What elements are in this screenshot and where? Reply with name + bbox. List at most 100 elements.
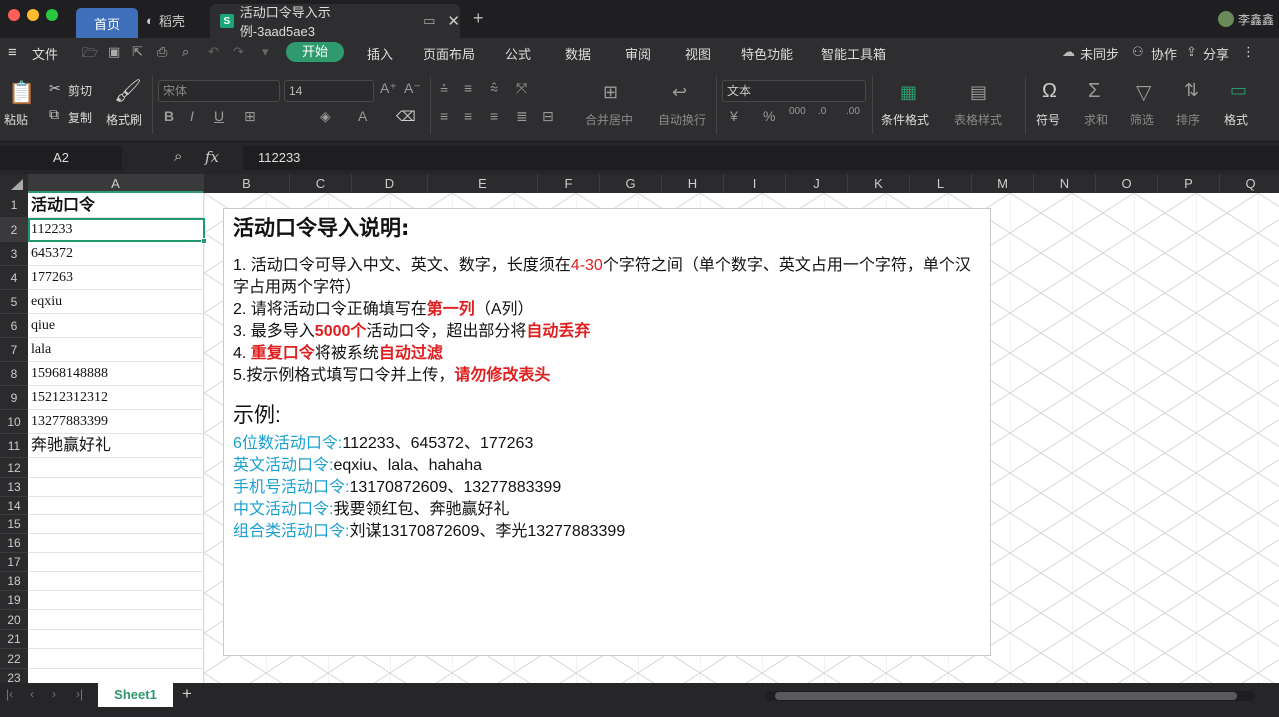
sum-icon[interactable]: Σ bbox=[1088, 80, 1100, 103]
symbol-icon[interactable]: Ω bbox=[1042, 80, 1057, 103]
row-header-15[interactable]: 15 bbox=[0, 515, 28, 534]
formula-input[interactable]: 112233 bbox=[243, 146, 1279, 170]
filter-button[interactable]: 筛选 bbox=[1130, 111, 1154, 128]
table-style-icon[interactable]: ▤ bbox=[970, 82, 987, 103]
row-header-18[interactable]: 18 bbox=[0, 572, 28, 591]
cell-data[interactable] bbox=[28, 497, 204, 515]
column-header-E[interactable]: E bbox=[428, 174, 538, 193]
column-header-N[interactable]: N bbox=[1034, 174, 1096, 193]
orientation-icon[interactable]: ⤧ bbox=[516, 80, 527, 97]
cell-data[interactable]: lala bbox=[28, 338, 204, 362]
cell-data[interactable] bbox=[28, 630, 204, 649]
save-icon[interactable]: ▣ bbox=[108, 44, 120, 60]
menu-formula[interactable]: 公式 bbox=[505, 44, 531, 63]
row-header-16[interactable]: 16 bbox=[0, 534, 28, 553]
column-header-C[interactable]: C bbox=[290, 174, 352, 193]
increase-decimal-icon[interactable]: .0 bbox=[818, 106, 826, 117]
wrap-icon[interactable]: ↩ bbox=[672, 82, 687, 103]
first-sheet-icon[interactable]: |‹ bbox=[6, 687, 13, 701]
fill-color-icon[interactable]: ◈ bbox=[320, 108, 331, 125]
number-format-select[interactable]: 文本 bbox=[722, 80, 866, 102]
table-style-button[interactable]: 表格样式 bbox=[954, 111, 1002, 128]
paste-icon[interactable]: 📋 bbox=[8, 80, 35, 106]
menu-view[interactable]: 视图 bbox=[685, 44, 711, 63]
format-painter-icon[interactable]: 🖌 bbox=[114, 78, 142, 104]
cell-data[interactable] bbox=[28, 649, 204, 669]
maximize-window-button[interactable] bbox=[46, 9, 58, 21]
window-icon[interactable]: ▭ bbox=[423, 13, 435, 29]
hamburger-icon[interactable]: ≡ bbox=[8, 44, 17, 61]
align-center-icon[interactable]: ≡ bbox=[464, 108, 472, 124]
cell-data[interactable]: 奔驰赢好礼 bbox=[28, 434, 204, 458]
row-header-10[interactable]: 10 bbox=[0, 410, 28, 434]
cell-data[interactable]: 15212312312 bbox=[28, 386, 204, 410]
thousands-icon[interactable]: 000 bbox=[789, 106, 806, 117]
percent-icon[interactable]: % bbox=[763, 108, 775, 124]
row-header-3[interactable]: 3 bbox=[0, 242, 28, 266]
decrease-decimal-icon[interactable]: .00 bbox=[846, 106, 860, 117]
wrap-text-button[interactable]: 自动换行 bbox=[658, 111, 706, 128]
sheet-grid[interactable]: 活动口令 112233 645372 177263 eqxiu qiue lala 15968… bbox=[28, 193, 1279, 683]
format-button[interactable]: 格式 bbox=[1224, 111, 1248, 128]
cell-data[interactable] bbox=[28, 478, 204, 497]
column-header-D[interactable]: D bbox=[352, 174, 428, 193]
collab-button[interactable]: 协作 bbox=[1151, 44, 1177, 63]
export-icon[interactable]: ⇱ bbox=[132, 44, 143, 60]
tab-shell[interactable]: ◐ 稻壳 bbox=[146, 6, 206, 34]
column-header-I[interactable]: I bbox=[724, 174, 786, 193]
redo-icon[interactable]: ↷ bbox=[233, 44, 244, 60]
column-header-O[interactable]: O bbox=[1096, 174, 1158, 193]
instructions-textbox[interactable]: 活动口令导入说明: 1. 活动口令可导入中文、英文、数字，长度须在4-30个字符… bbox=[223, 208, 991, 656]
cell-data[interactable]: 645372 bbox=[28, 242, 204, 266]
cell-data[interactable] bbox=[28, 610, 204, 630]
column-header-K[interactable]: K bbox=[848, 174, 910, 193]
next-sheet-icon[interactable]: › bbox=[52, 687, 56, 701]
row-header-22[interactable]: 22 bbox=[0, 649, 28, 669]
share-button[interactable]: 分享 bbox=[1203, 44, 1229, 63]
align-bottom-icon[interactable]: ⩯ bbox=[490, 80, 498, 97]
align-right-icon[interactable]: ≡ bbox=[490, 108, 498, 124]
cut-button[interactable]: 剪切 bbox=[68, 82, 92, 99]
row-header-13[interactable]: 13 bbox=[0, 478, 28, 497]
align-top-icon[interactable]: ⩮ bbox=[440, 80, 448, 97]
undo-icon[interactable]: ↶ bbox=[208, 44, 219, 60]
row-header-20[interactable]: 20 bbox=[0, 610, 28, 630]
menu-tools[interactable]: 智能工具箱 bbox=[821, 44, 886, 63]
sort-button[interactable]: 排序 bbox=[1176, 111, 1200, 128]
format-painter-button[interactable]: 格式刷 bbox=[106, 111, 142, 128]
italic-icon[interactable]: I bbox=[190, 108, 194, 124]
font-grow-icon[interactable]: A⁺ bbox=[380, 80, 397, 97]
menu-start[interactable]: 开始 bbox=[286, 42, 344, 62]
user-name[interactable]: 李鑫鑫 bbox=[1238, 11, 1274, 28]
conditional-format-button[interactable]: 条件格式 bbox=[881, 111, 929, 128]
cell-data[interactable] bbox=[28, 591, 204, 610]
column-header-J[interactable]: J bbox=[786, 174, 848, 193]
select-all-icon[interactable] bbox=[11, 179, 23, 190]
horizontal-scrollbar[interactable] bbox=[765, 691, 1255, 701]
new-tab-icon[interactable]: + bbox=[473, 8, 484, 29]
column-header-B[interactable]: B bbox=[204, 174, 290, 193]
row-header-4[interactable]: 4 bbox=[0, 266, 28, 290]
row-header-17[interactable]: 17 bbox=[0, 553, 28, 572]
sum-button[interactable]: 求和 bbox=[1084, 111, 1108, 128]
column-header-A[interactable]: A bbox=[28, 174, 204, 193]
cell-data[interactable]: eqxiu bbox=[28, 290, 204, 314]
preview-icon[interactable]: ⌕ bbox=[182, 44, 189, 60]
zoom-icon[interactable]: ⌕ bbox=[174, 148, 182, 165]
row-header-12[interactable]: 12 bbox=[0, 458, 28, 478]
close-tab-icon[interactable]: ✕ bbox=[447, 12, 460, 30]
font-color-icon[interactable]: A bbox=[358, 108, 367, 124]
align-middle-icon[interactable]: ≡ bbox=[464, 80, 472, 96]
clear-icon[interactable]: ⌫ bbox=[396, 108, 416, 125]
menu-special[interactable]: 特色功能 bbox=[741, 44, 793, 63]
cell-data[interactable]: 13277883399 bbox=[28, 410, 204, 434]
more-icon[interactable]: ▾ bbox=[262, 44, 269, 60]
copy-icon[interactable]: ⧉ bbox=[49, 106, 59, 123]
column-header-M[interactable]: M bbox=[972, 174, 1034, 193]
prev-sheet-icon[interactable]: ‹ bbox=[30, 687, 34, 701]
column-header-Q[interactable]: Q bbox=[1220, 174, 1279, 193]
close-window-button[interactable] bbox=[8, 9, 20, 21]
border-icon[interactable]: ⊞ bbox=[244, 108, 256, 125]
distribute-icon[interactable]: ⊟ bbox=[542, 108, 554, 125]
cell-data[interactable] bbox=[28, 458, 204, 478]
